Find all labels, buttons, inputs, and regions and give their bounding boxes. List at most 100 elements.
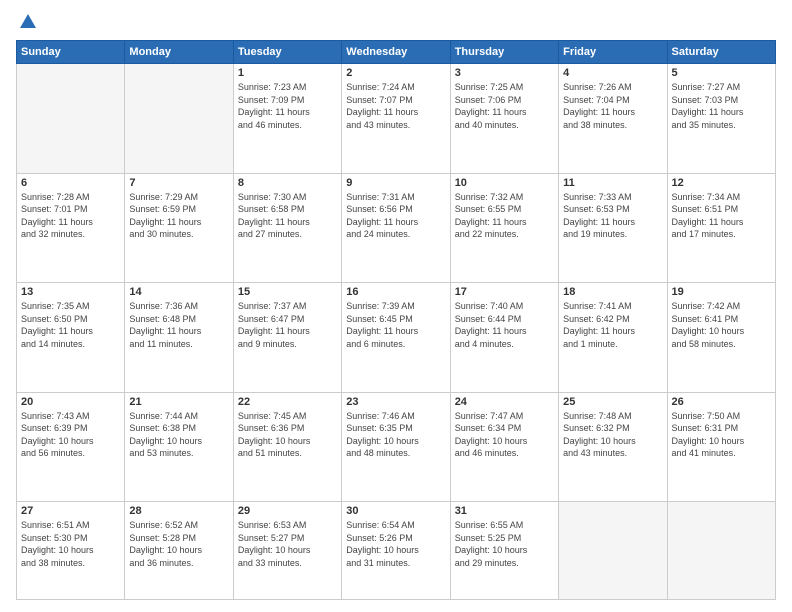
day-number: 12 [672,177,771,189]
day-number: 13 [21,286,120,298]
calendar-header-row: SundayMondayTuesdayWednesdayThursdayFrid… [17,41,776,64]
day-info: Sunrise: 7:28 AM Sunset: 7:01 PM Dayligh… [21,191,120,241]
calendar-cell: 12 Sunrise: 7:34 AM Sunset: 6:51 PM Dayli… [667,173,775,283]
day-number: 23 [346,396,445,408]
calendar-cell: 22 Sunrise: 7:45 AM Sunset: 6:36 PM Dayli… [233,392,341,502]
calendar-cell: 25 Sunrise: 7:48 AM Sunset: 6:32 PM Dayli… [559,392,667,502]
day-number: 11 [563,177,662,189]
calendar-week-row: 6 Sunrise: 7:28 AM Sunset: 7:01 PM Daylig… [17,173,776,283]
day-of-week-header: Wednesday [342,41,450,64]
calendar-cell: 5 Sunrise: 7:27 AM Sunset: 7:03 PM Daylig… [667,64,775,174]
day-number: 31 [455,505,554,517]
calendar-cell: 9 Sunrise: 7:31 AM Sunset: 6:56 PM Daylig… [342,173,450,283]
day-info: Sunrise: 7:37 AM Sunset: 6:47 PM Dayligh… [238,300,337,350]
day-of-week-header: Thursday [450,41,558,64]
calendar-cell: 16 Sunrise: 7:39 AM Sunset: 6:45 PM Dayli… [342,283,450,393]
day-number: 27 [21,505,120,517]
day-info: Sunrise: 7:32 AM Sunset: 6:55 PM Dayligh… [455,191,554,241]
calendar-cell: 29Sunrise: 6:53 AM Sunset: 5:27 PM Dayli… [233,502,341,600]
day-number: 22 [238,396,337,408]
day-info: Sunrise: 7:23 AM Sunset: 7:09 PM Dayligh… [238,81,337,131]
day-info: Sunrise: 7:50 AM Sunset: 6:31 PM Dayligh… [672,410,771,460]
day-info: Sunrise: 6:55 AM Sunset: 5:25 PM Dayligh… [455,519,554,569]
day-number: 25 [563,396,662,408]
day-info: Sunrise: 7:30 AM Sunset: 6:58 PM Dayligh… [238,191,337,241]
calendar-cell: 3Sunrise: 7:25 AM Sunset: 7:06 PM Daylig… [450,64,558,174]
day-number: 4 [563,67,662,79]
calendar-week-row: 27 Sunrise: 6:51 AM Sunset: 5:30 PM Dayli… [17,502,776,600]
day-number: 16 [346,286,445,298]
day-info: Sunrise: 7:29 AM Sunset: 6:59 PM Dayligh… [129,191,228,241]
day-info: Sunrise: 6:53 AM Sunset: 5:27 PM Dayligh… [238,519,337,569]
day-number: 2 [346,67,445,79]
day-number: 14 [129,286,228,298]
calendar-cell: 18Sunrise: 7:41 AM Sunset: 6:42 PM Dayli… [559,283,667,393]
calendar-cell [17,64,125,174]
calendar-week-row: 1Sunrise: 7:23 AM Sunset: 7:09 PM Daylig… [17,64,776,174]
calendar-week-row: 13 Sunrise: 7:35 AM Sunset: 6:50 PM Dayli… [17,283,776,393]
day-info: Sunrise: 7:43 AM Sunset: 6:39 PM Dayligh… [21,410,120,460]
day-number: 30 [346,505,445,517]
day-info: Sunrise: 7:44 AM Sunset: 6:38 PM Dayligh… [129,410,228,460]
day-info: Sunrise: 7:40 AM Sunset: 6:44 PM Dayligh… [455,300,554,350]
day-info: Sunrise: 7:42 AM Sunset: 6:41 PM Dayligh… [672,300,771,350]
day-of-week-header: Sunday [17,41,125,64]
day-number: 5 [672,67,771,79]
day-number: 7 [129,177,228,189]
calendar-table: SundayMondayTuesdayWednesdayThursdayFrid… [16,40,776,600]
calendar-cell: 31 Sunrise: 6:55 AM Sunset: 5:25 PM Dayli… [450,502,558,600]
calendar-cell: 17 Sunrise: 7:40 AM Sunset: 6:44 PM Dayli… [450,283,558,393]
day-number: 19 [672,286,771,298]
calendar-cell: 21 Sunrise: 7:44 AM Sunset: 6:38 PM Dayli… [125,392,233,502]
calendar-cell: 23Sunrise: 7:46 AM Sunset: 6:35 PM Dayli… [342,392,450,502]
day-info: Sunrise: 7:34 AM Sunset: 6:51 PM Dayligh… [672,191,771,241]
page: SundayMondayTuesdayWednesdayThursdayFrid… [0,0,792,612]
calendar-cell: 1Sunrise: 7:23 AM Sunset: 7:09 PM Daylig… [233,64,341,174]
day-info: Sunrise: 7:31 AM Sunset: 6:56 PM Dayligh… [346,191,445,241]
day-of-week-header: Tuesday [233,41,341,64]
day-info: Sunrise: 7:36 AM Sunset: 6:48 PM Dayligh… [129,300,228,350]
day-info: Sunrise: 7:33 AM Sunset: 6:53 PM Dayligh… [563,191,662,241]
calendar-cell: 19 Sunrise: 7:42 AM Sunset: 6:41 PM Dayli… [667,283,775,393]
calendar-cell: 24Sunrise: 7:47 AM Sunset: 6:34 PM Dayli… [450,392,558,502]
day-info: Sunrise: 7:39 AM Sunset: 6:45 PM Dayligh… [346,300,445,350]
day-number: 17 [455,286,554,298]
day-number: 10 [455,177,554,189]
day-info: Sunrise: 6:52 AM Sunset: 5:28 PM Dayligh… [129,519,228,569]
logo-area [16,12,38,32]
calendar-week-row: 20 Sunrise: 7:43 AM Sunset: 6:39 PM Dayli… [17,392,776,502]
calendar-cell: 28Sunrise: 6:52 AM Sunset: 5:28 PM Dayli… [125,502,233,600]
day-of-week-header: Friday [559,41,667,64]
calendar-cell: 10 Sunrise: 7:32 AM Sunset: 6:55 PM Dayli… [450,173,558,283]
day-info: Sunrise: 7:45 AM Sunset: 6:36 PM Dayligh… [238,410,337,460]
day-info: Sunrise: 7:48 AM Sunset: 6:32 PM Dayligh… [563,410,662,460]
calendar-cell: 20 Sunrise: 7:43 AM Sunset: 6:39 PM Dayli… [17,392,125,502]
day-info: Sunrise: 7:27 AM Sunset: 7:03 PM Dayligh… [672,81,771,131]
logo [16,12,38,32]
calendar-cell [125,64,233,174]
day-info: Sunrise: 7:41 AM Sunset: 6:42 PM Dayligh… [563,300,662,350]
day-of-week-header: Monday [125,41,233,64]
logo-icon [18,12,38,32]
calendar-cell [559,502,667,600]
day-number: 24 [455,396,554,408]
calendar-cell: 4 Sunrise: 7:26 AM Sunset: 7:04 PM Daylig… [559,64,667,174]
calendar-cell: 26Sunrise: 7:50 AM Sunset: 6:31 PM Dayli… [667,392,775,502]
day-info: Sunrise: 7:24 AM Sunset: 7:07 PM Dayligh… [346,81,445,131]
day-of-week-header: Saturday [667,41,775,64]
day-number: 6 [21,177,120,189]
day-number: 20 [21,396,120,408]
calendar-cell: 27 Sunrise: 6:51 AM Sunset: 5:30 PM Dayli… [17,502,125,600]
calendar-cell: 2 Sunrise: 7:24 AM Sunset: 7:07 PM Daylig… [342,64,450,174]
calendar-cell: 15 Sunrise: 7:37 AM Sunset: 6:47 PM Dayli… [233,283,341,393]
day-number: 8 [238,177,337,189]
day-info: Sunrise: 7:35 AM Sunset: 6:50 PM Dayligh… [21,300,120,350]
day-info: Sunrise: 7:26 AM Sunset: 7:04 PM Dayligh… [563,81,662,131]
day-number: 21 [129,396,228,408]
day-info: Sunrise: 6:51 AM Sunset: 5:30 PM Dayligh… [21,519,120,569]
day-number: 9 [346,177,445,189]
header [16,12,776,32]
calendar-cell: 14 Sunrise: 7:36 AM Sunset: 6:48 PM Dayli… [125,283,233,393]
day-number: 15 [238,286,337,298]
calendar-cell: 13 Sunrise: 7:35 AM Sunset: 6:50 PM Dayli… [17,283,125,393]
